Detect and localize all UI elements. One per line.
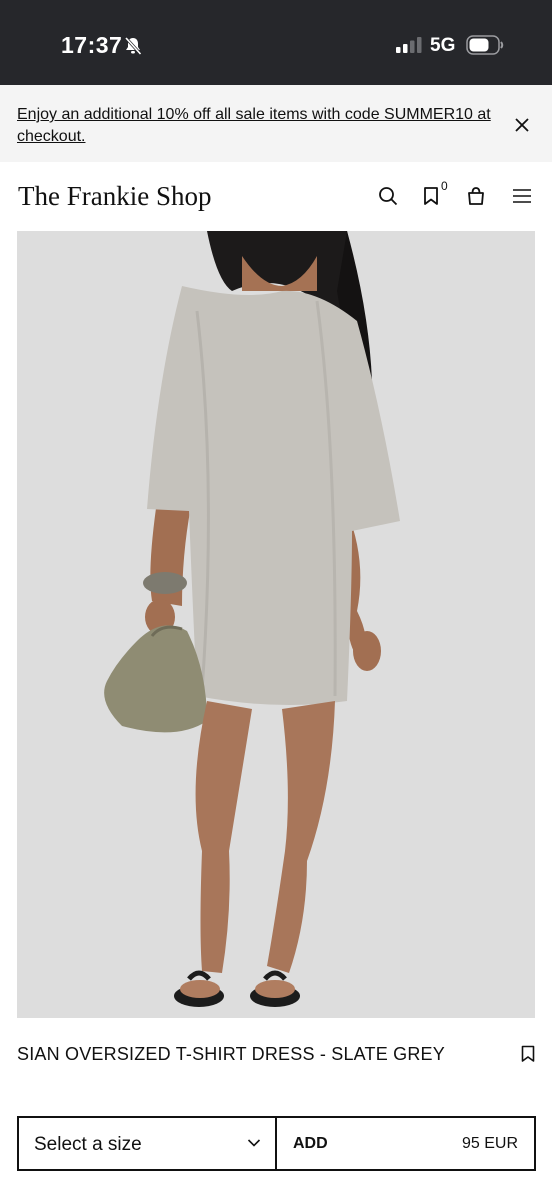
add-label: ADD xyxy=(293,1135,328,1152)
battery-icon xyxy=(466,35,504,55)
network-type: 5G xyxy=(430,35,456,56)
product-title-row: SIAN OVERSIZED T-SHIRT DRESS - SLATE GRE… xyxy=(17,1042,537,1066)
product-image[interactable] xyxy=(17,231,535,1018)
shop-logo[interactable]: The Frankie Shop xyxy=(18,181,211,212)
size-select-label: Select a size xyxy=(34,1134,142,1155)
site-header: The Frankie Shop 0 xyxy=(0,162,552,230)
purchase-bar: Select a size ADD 95 EUR xyxy=(17,1116,536,1171)
bell-slash-icon xyxy=(124,36,142,56)
product-price: 95 EUR xyxy=(461,1135,518,1152)
chevron-down-icon xyxy=(247,1139,261,1147)
wishlist-count: 0 xyxy=(441,179,448,193)
status-bar: 17:37 5G xyxy=(0,0,552,85)
size-select[interactable]: Select a size xyxy=(19,1118,277,1169)
bookmark-icon[interactable] xyxy=(420,185,442,207)
status-time: 17:37 xyxy=(61,32,123,58)
bookmark-icon[interactable] xyxy=(520,1045,536,1063)
close-icon[interactable] xyxy=(512,115,532,135)
menu-icon[interactable] xyxy=(511,185,533,207)
bag-icon[interactable] xyxy=(465,185,487,207)
add-to-cart-button[interactable]: ADD 95 EUR xyxy=(277,1118,534,1169)
signal-bars-icon xyxy=(396,37,422,53)
promo-text[interactable]: Enjoy an additional 10% off all sale ite… xyxy=(17,104,502,148)
search-icon[interactable] xyxy=(377,185,399,207)
promo-banner: Enjoy an additional 10% off all sale ite… xyxy=(0,85,552,162)
product-photo-illustration xyxy=(17,231,535,1018)
product-name: SIAN OVERSIZED T-SHIRT DRESS - SLATE GRE… xyxy=(17,1044,445,1064)
